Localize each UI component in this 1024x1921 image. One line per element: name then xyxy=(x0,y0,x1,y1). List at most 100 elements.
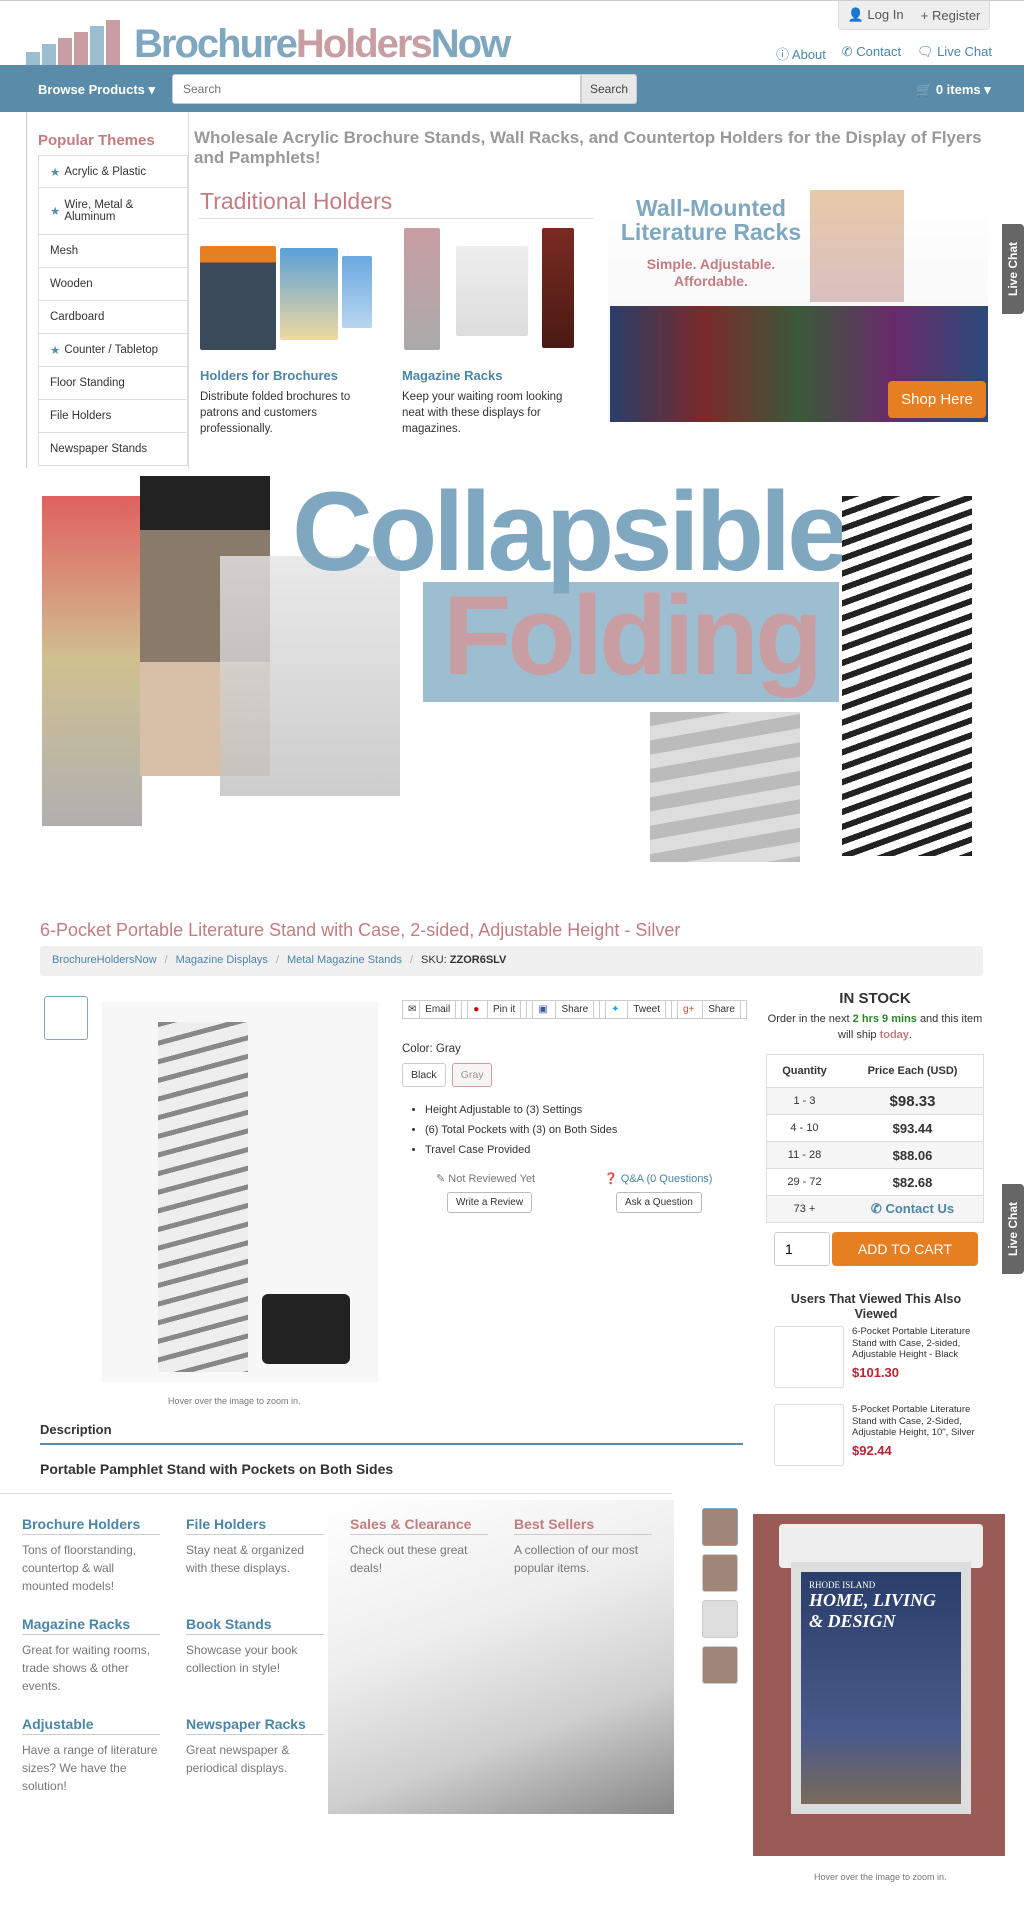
sidebar-item-counter[interactable]: ★ Counter / Tabletop xyxy=(38,334,188,367)
holder-frame: RHODE ISLAND HOME, LIVING & DESIGN xyxy=(791,1562,971,1814)
logo-part-3: Now xyxy=(430,22,511,66)
cart-icon: 🛒 xyxy=(916,82,933,97)
category-desc: A collection of our most popular items. xyxy=(514,1543,639,1575)
live-chat-label: Live Chat xyxy=(937,44,992,59)
description-divider xyxy=(40,1443,743,1445)
wall-racks-title: Wall-Mounted Literature Racks xyxy=(620,195,802,245)
live-chat-tab-2[interactable]: Live Chat xyxy=(1002,1184,1024,1274)
magazine-rack-image[interactable] xyxy=(404,228,440,350)
site-logo[interactable]: BrochureHoldersNow xyxy=(26,18,516,66)
not-reviewed-label: Not Reviewed Yet xyxy=(448,1173,536,1185)
about-link[interactable]: ⓘ About xyxy=(776,44,826,63)
banner-folding-text: Folding xyxy=(443,573,823,698)
sidebar-item-label: File Holders xyxy=(50,410,112,422)
magazine-racks-block[interactable]: Magazine Racks Keep your waiting room lo… xyxy=(402,368,572,437)
sidebar-item-label: Acrylic & Plastic xyxy=(64,165,147,178)
category-brochure-holders[interactable]: Brochure Holders Tons of floorstanding, c… xyxy=(22,1516,160,1595)
gallery-thumbnail[interactable] xyxy=(702,1554,738,1592)
category-desc: Stay neat & organized with these display… xyxy=(186,1543,305,1575)
register-label: Register xyxy=(931,7,981,23)
qa-link[interactable]: ❓ Q&A (0 Questions) xyxy=(604,1172,712,1185)
search-input[interactable] xyxy=(172,74,581,104)
contact-label: Contact xyxy=(856,44,902,59)
logo-part-2: Holders xyxy=(295,22,433,66)
breadcrumb-magazine-displays[interactable]: Magazine Displays xyxy=(176,954,268,968)
magazine-rack-image-2[interactable] xyxy=(456,246,528,336)
price-cell: $98.33 xyxy=(889,1092,936,1110)
brochure-image[interactable] xyxy=(280,248,338,340)
also-viewed-item[interactable]: 5-Pocket Portable Literature Stand with … xyxy=(774,1404,989,1466)
login-link[interactable]: 👤 Log In xyxy=(848,7,904,23)
qty-cell: 73 + xyxy=(793,1203,816,1215)
product-main-image[interactable] xyxy=(102,1002,378,1382)
register-link[interactable]: + Register xyxy=(921,8,981,23)
quantity-input[interactable] xyxy=(774,1232,830,1266)
price-table-header: Quantity Price Each (USD) xyxy=(767,1055,983,1087)
holders-brochures-title: Holders for Brochures xyxy=(200,368,338,383)
stand-image xyxy=(158,1022,248,1372)
also-viewed-item[interactable]: 6-Pocket Portable Literature Stand with … xyxy=(774,1326,989,1388)
sidebar-item-file-holders[interactable]: File Holders xyxy=(38,400,188,433)
sidebar-item-wooden[interactable]: Wooden xyxy=(38,268,188,301)
category-best-sellers[interactable]: Best Sellers A collection of our most pop… xyxy=(514,1516,652,1577)
google-share-button[interactable]: g+ Share xyxy=(671,1000,747,1019)
color-black-button[interactable]: Black xyxy=(402,1063,446,1087)
sidebar-item-label: Counter / Tabletop xyxy=(64,344,159,356)
sidebar-item-wire-metal[interactable]: ★ Wire, Metal & Aluminum xyxy=(38,188,188,235)
contact-us-label: Contact Us xyxy=(885,1201,955,1216)
category-book-stands[interactable]: Book Stands Showcase your book collection… xyxy=(186,1616,324,1677)
brochure-holder-image[interactable] xyxy=(200,246,276,350)
breadcrumb-separator: / xyxy=(275,954,279,966)
gallery-thumbnail[interactable] xyxy=(702,1600,738,1638)
facebook-share-button[interactable]: ▣ Share xyxy=(526,1000,600,1019)
ship-today: today xyxy=(879,1029,909,1041)
sidebar-item-label: Cardboard xyxy=(50,311,105,323)
product-thumbnail[interactable] xyxy=(44,996,88,1040)
breadcrumb-metal-stands[interactable]: Metal Magazine Stands xyxy=(287,954,402,968)
category-newspaper-racks[interactable]: Newspaper Racks Great newspaper & periodi… xyxy=(186,1716,324,1777)
also-viewed-price: $92.44 xyxy=(852,1442,892,1458)
write-review-button[interactable]: Write a Review xyxy=(447,1192,533,1213)
brochure-image-2[interactable] xyxy=(342,256,372,328)
feature-list: Height Adjustable to (3) Settings (6) To… xyxy=(425,1100,617,1160)
sidebar-item-floor[interactable]: Floor Standing xyxy=(38,367,188,400)
add-to-cart-button[interactable]: ADD TO CART xyxy=(832,1232,978,1266)
browse-products-dropdown[interactable]: Browse Products ▾ xyxy=(38,82,155,98)
outdoor-holder-image[interactable]: RHODE ISLAND HOME, LIVING & DESIGN xyxy=(753,1514,1005,1856)
price-cell: $88.06 xyxy=(892,1147,933,1163)
category-magazine-racks[interactable]: Magazine Racks Great for waiting rooms, t… xyxy=(22,1616,160,1695)
sidebar-item-cardboard[interactable]: Cardboard xyxy=(38,301,188,334)
breadcrumb-home[interactable]: BrochureHoldersNow xyxy=(52,954,157,968)
tab-description[interactable]: Description xyxy=(40,1422,112,1437)
category-title: File Holders xyxy=(186,1516,324,1535)
live-chat-tab[interactable]: Live Chat xyxy=(1002,224,1024,314)
share-label: Share xyxy=(702,1000,741,1019)
category-adjustable[interactable]: Adjustable Have a range of literature siz… xyxy=(22,1716,160,1795)
contact-us-link[interactable]: ✆ Contact Us xyxy=(842,1201,983,1217)
email-share-button[interactable]: ✉ Email xyxy=(402,1000,462,1019)
zoom-hint: Hover over the image to zoom in. xyxy=(814,1872,947,1882)
wooden-rack-image[interactable] xyxy=(542,228,574,348)
ask-question-button[interactable]: Ask a Question xyxy=(616,1192,702,1213)
sidebar-item-acrylic[interactable]: ★ Acrylic & Plastic xyxy=(38,155,188,188)
sidebar-item-newspaper[interactable]: Newspaper Stands xyxy=(38,433,188,466)
cart-dropdown[interactable]: 🛒 0 items ▾ xyxy=(916,82,991,98)
tweet-button[interactable]: ✦ Tweet xyxy=(599,1000,672,1019)
contact-link[interactable]: ✆ Contact xyxy=(842,44,901,63)
shop-here-button[interactable]: Shop Here xyxy=(888,381,986,418)
google-plus-icon: g+ xyxy=(677,1000,700,1019)
sidebar-item-mesh[interactable]: Mesh xyxy=(38,235,188,268)
color-gray-button[interactable]: Gray xyxy=(451,1063,493,1087)
pinterest-button[interactable]: ● Pin it xyxy=(461,1000,527,1019)
category-file-holders[interactable]: File Holders Stay neat & organized with t… xyxy=(186,1516,324,1577)
collapsible-banner[interactable]: Collapsible Folding xyxy=(0,476,1024,886)
search-button[interactable]: Search xyxy=(581,74,637,104)
category-sales-clearance[interactable]: Sales & Clearance Check out these great d… xyxy=(350,1516,488,1577)
holders-for-brochures-block[interactable]: Holders for Brochures Distribute folded … xyxy=(200,368,360,437)
gallery-thumbnail[interactable] xyxy=(702,1508,738,1546)
traditional-holders-title: Traditional Holders xyxy=(200,188,393,214)
gallery-thumbnail[interactable] xyxy=(702,1646,738,1684)
live-chat-link[interactable]: 🗨 Live Chat xyxy=(917,44,992,63)
sku: SKU: ZZOR6SLV xyxy=(421,954,506,968)
price-table: Quantity Price Each (USD) 1 - 3 $98.33 4 -… xyxy=(766,1054,984,1223)
